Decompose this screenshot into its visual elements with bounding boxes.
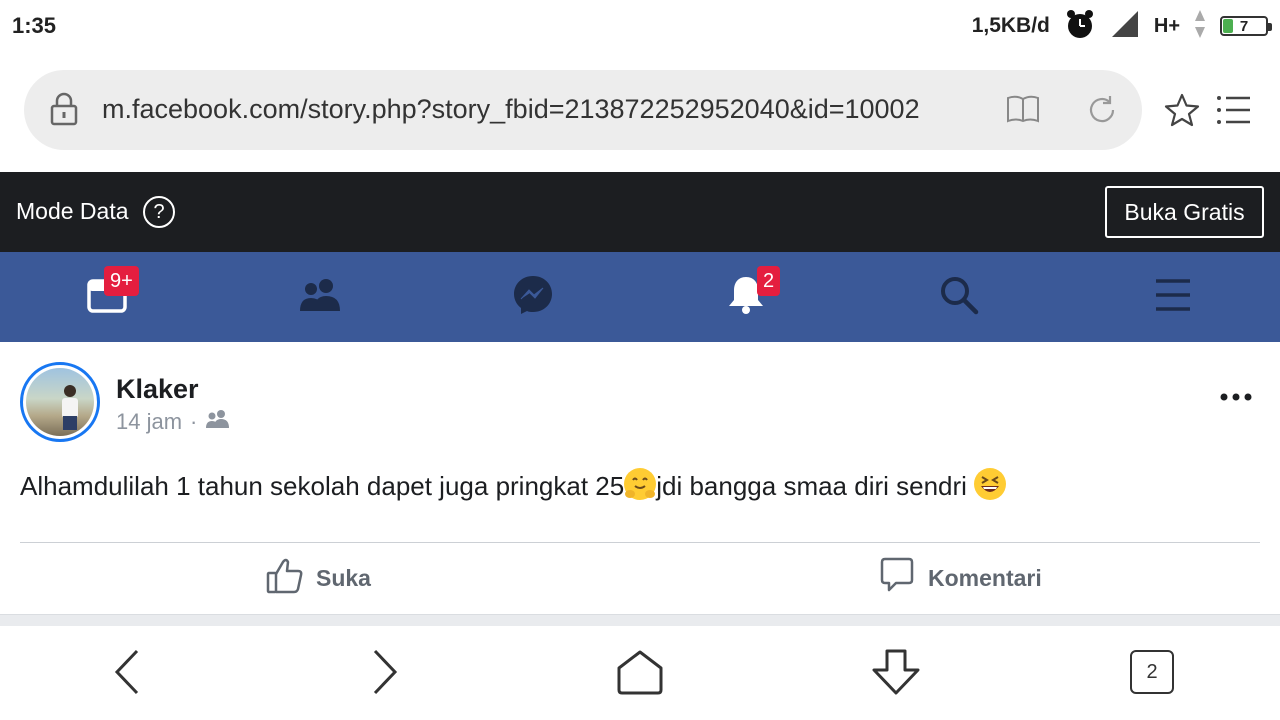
menu-icon[interactable] [1216,94,1252,131]
status-time: 1:35 [12,13,57,38]
battery-fill [1223,19,1233,33]
post-text-part1: Alhamdulilah 1 tahun sekolah dapet juga … [20,471,625,501]
hugging-face-emoji [624,468,657,500]
section-separator [0,614,1280,626]
back-icon[interactable] [112,648,142,701]
meta-separator: · [190,409,198,434]
nav-friends[interactable] [213,252,426,342]
author-avatar[interactable] [20,362,100,442]
data-arrows-icon [1194,9,1206,44]
news-feed-badge: 9+ [104,266,139,296]
friends-audience-icon [205,409,231,435]
forward-icon[interactable] [370,648,400,701]
search-icon [939,275,979,320]
signal-icon [1110,9,1140,44]
hamburger-menu-icon [1154,278,1192,317]
like-button[interactable]: Suka [266,556,371,600]
lock-icon[interactable] [50,92,78,131]
nav-messenger[interactable] [426,252,639,342]
address-bar[interactable]: m.facebook.com/story.php?story_fbid=2138… [24,70,1142,150]
messenger-icon [512,274,554,321]
tabs-button[interactable]: 2 [1130,650,1174,694]
data-mode-label: Mode Data [16,198,129,224]
post-time[interactable]: 14 jam [116,409,182,435]
comment-label: Komentari [928,564,1042,591]
like-label: Suka [316,564,371,591]
data-mode-bar: Mode Data Buka Gratis [0,172,1280,252]
star-icon[interactable] [1164,93,1200,132]
friends-icon [298,277,342,318]
free-mode-button[interactable]: Buka Gratis [1105,186,1264,238]
avatar-person-icon [62,385,78,430]
post-divider [20,542,1260,543]
comment-icon [878,556,916,600]
status-bar: 1:35 1,5KB/d H+ 7 [0,0,1280,52]
post-text-part2: jdi bangga smaa diri sendri [656,471,975,501]
grinning-squinting-emoji [974,468,1007,500]
status-indicators: 1,5KB/d H+ 7 [971,8,1272,45]
alarm-icon [1064,8,1096,45]
network-speed: 1,5KB/d [971,14,1050,37]
battery-icon: 7 [1220,16,1272,36]
battery-level: 7 [1239,17,1249,35]
more-options-icon[interactable] [1216,385,1256,409]
avatar-photo [26,368,94,436]
network-type: H+ [1153,14,1180,37]
browser-bottom-nav: 2 [0,626,1280,720]
author-name[interactable]: Klaker [116,374,199,405]
facebook-nav-bar: 9+ 2 [0,252,1280,342]
nav-menu[interactable] [1066,252,1279,342]
comment-button[interactable]: Komentari [878,556,1042,600]
home-icon[interactable] [616,648,664,701]
post-text: Alhamdulilah 1 tahun sekolah dapet juga … [20,468,1007,502]
url-text[interactable]: m.facebook.com/story.php?story_fbid=2138… [102,94,972,125]
like-icon [266,556,304,600]
nav-news-feed[interactable]: 9+ [0,252,213,342]
download-icon[interactable] [870,648,922,701]
reload-icon[interactable] [1086,94,1118,131]
notifications-badge: 2 [757,266,781,296]
reader-icon[interactable] [1006,94,1040,129]
nav-notifications[interactable]: 2 [639,252,852,342]
help-icon[interactable]: ? [143,196,175,228]
nav-search[interactable] [852,252,1065,342]
post-meta: 14 jam · [116,409,231,435]
